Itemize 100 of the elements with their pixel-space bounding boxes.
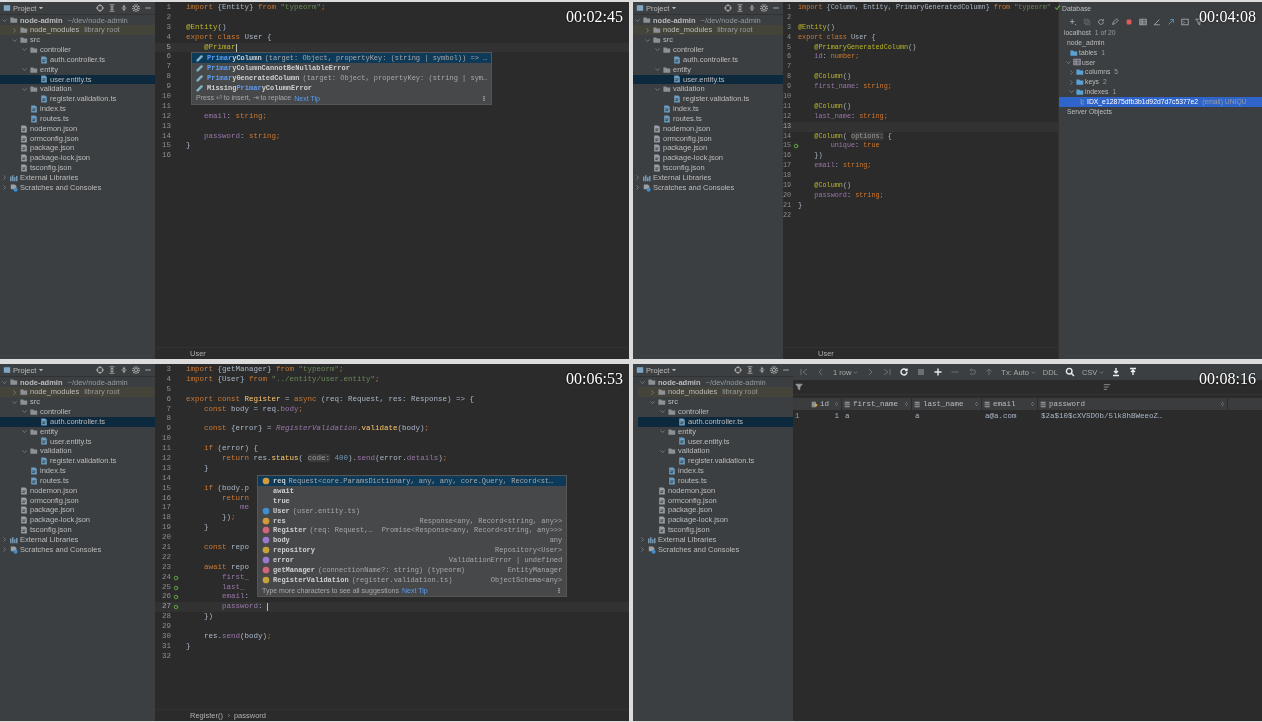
chevron-icon[interactable]: [11, 398, 18, 406]
chevron-icon[interactable]: [644, 36, 651, 44]
collapse-all-icon[interactable]: [120, 366, 128, 374]
chevron-icon[interactable]: [11, 36, 18, 44]
chevron-icon[interactable]: [1, 546, 8, 554]
locate-icon[interactable]: [724, 4, 732, 12]
minimize-icon[interactable]: [144, 4, 152, 12]
chevron-icon[interactable]: [1, 184, 8, 192]
timestamp: 00:06:53: [566, 370, 623, 388]
chevron-icon[interactable]: [634, 174, 641, 182]
chevron-icon[interactable]: [1068, 78, 1075, 86]
chevron-icon[interactable]: [1068, 68, 1075, 76]
edit-icon[interactable]: [1111, 17, 1119, 26]
settings-icon[interactable]: [760, 4, 768, 12]
caret-icon: [38, 367, 45, 373]
folder-icon: [663, 85, 671, 94]
sort-arrows-icon: [1220, 401, 1225, 407]
chevron-icon[interactable]: [634, 16, 641, 24]
gutter-icon[interactable]: [173, 594, 179, 601]
gutter-icon[interactable]: [173, 574, 179, 581]
locate-icon[interactable]: [96, 366, 104, 374]
expand-all-icon[interactable]: [746, 366, 754, 374]
gutter-icon[interactable]: [173, 604, 179, 611]
collapse-all-icon[interactable]: [120, 4, 128, 12]
more-icon[interactable]: [556, 586, 563, 594]
minimize-icon[interactable]: [772, 4, 780, 12]
chevron-icon[interactable]: [654, 66, 661, 74]
chevron-icon[interactable]: [639, 536, 646, 544]
folder-icon: [668, 427, 676, 436]
gutter-icon[interactable]: [793, 143, 799, 150]
sort-arrows-icon: [974, 401, 979, 407]
chevron-icon[interactable]: [21, 66, 28, 74]
minimize-icon[interactable]: [782, 366, 790, 374]
collapse-all-icon[interactable]: [758, 366, 766, 374]
sort-arrows-icon: [904, 401, 909, 407]
chevron-icon[interactable]: [21, 46, 28, 54]
project-icon: [3, 366, 11, 374]
expand-all-icon[interactable]: [736, 4, 744, 12]
chevron-icon[interactable]: [11, 388, 18, 396]
caret-icon: [671, 367, 678, 373]
expand-all-icon[interactable]: [108, 366, 116, 374]
chevron-icon[interactable]: [1, 174, 8, 182]
gutter-icon[interactable]: [173, 584, 179, 591]
chevron-icon[interactable]: [649, 398, 656, 406]
project-icon: [3, 4, 11, 12]
minimize-icon[interactable]: [144, 366, 152, 374]
plus-icon[interactable]: [1069, 17, 1077, 26]
settings-icon[interactable]: [132, 4, 140, 12]
chevron-icon[interactable]: [1068, 88, 1075, 96]
caret-icon: [38, 5, 45, 11]
symbol-icon: [262, 476, 270, 485]
file-icon: [40, 457, 48, 466]
stop-icon[interactable]: [1125, 17, 1133, 26]
chevron-icon[interactable]: [659, 428, 666, 436]
console-icon[interactable]: [1181, 17, 1189, 26]
download-icon[interactable]: [1111, 367, 1122, 377]
timestamp: 00:02:45: [566, 8, 623, 26]
chevron-icon[interactable]: [659, 408, 666, 416]
sort-icon[interactable]: [1103, 383, 1111, 391]
chevron-icon[interactable]: [1, 378, 8, 386]
chevron-icon[interactable]: [654, 85, 661, 93]
jump-icon[interactable]: [1167, 17, 1175, 26]
settings-icon[interactable]: [770, 366, 778, 374]
collapse-all-icon[interactable]: [748, 4, 756, 12]
chevron-icon[interactable]: [11, 26, 18, 34]
pencil-icon[interactable]: [1153, 17, 1161, 26]
chevron-icon[interactable]: [21, 428, 28, 436]
chevron-icon[interactable]: [654, 46, 661, 54]
library-icon: [10, 173, 18, 182]
locate-icon[interactable]: [734, 366, 742, 374]
more-icon[interactable]: [481, 94, 488, 102]
copy-icon[interactable]: [1083, 17, 1091, 26]
chevron-icon[interactable]: [634, 184, 641, 192]
filter-icon[interactable]: [795, 383, 803, 391]
chevron-icon[interactable]: [1065, 58, 1072, 66]
locate-icon[interactable]: [96, 4, 104, 12]
settings-icon[interactable]: [132, 366, 140, 374]
chevron-icon[interactable]: [21, 85, 28, 93]
folder-icon: [30, 65, 38, 74]
file-icon: [673, 55, 681, 64]
caret-icon: [671, 5, 678, 11]
folder-icon: [30, 427, 38, 436]
table-icon[interactable]: [1139, 17, 1147, 26]
timestamp: 00:08:16: [1199, 370, 1256, 388]
chevron-icon[interactable]: [649, 388, 656, 396]
chevron-icon[interactable]: [639, 546, 646, 554]
chevron-icon[interactable]: [21, 447, 28, 455]
chevron-icon[interactable]: [1, 536, 8, 544]
chevron-icon[interactable]: [21, 408, 28, 416]
project-icon: [636, 366, 644, 374]
expand-all-icon[interactable]: [108, 4, 116, 12]
chevron-icon[interactable]: [644, 26, 651, 34]
file-icon: [40, 55, 48, 64]
chevron-icon[interactable]: [1, 16, 8, 24]
caret-icon: [1030, 369, 1036, 375]
chevron-icon[interactable]: [639, 378, 646, 386]
chevron-icon[interactable]: [659, 447, 666, 455]
search-icon[interactable]: [1064, 367, 1075, 377]
upload-icon[interactable]: [1128, 367, 1139, 377]
scratch-icon: [10, 545, 18, 554]
